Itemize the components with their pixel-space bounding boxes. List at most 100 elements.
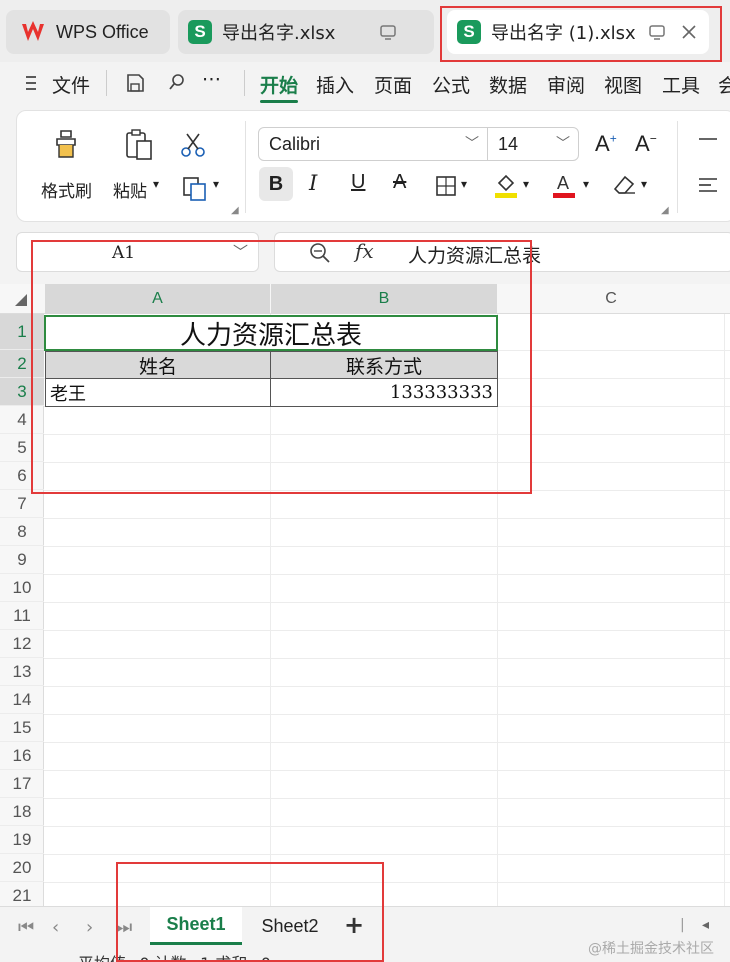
row-header[interactable]: 17: [0, 770, 44, 798]
bold-button[interactable]: B: [259, 167, 293, 201]
menu-page[interactable]: 页面: [374, 71, 412, 98]
active-menu-indicator: [260, 100, 298, 103]
gridline: [44, 770, 730, 771]
row-header[interactable]: 7: [0, 490, 44, 518]
annotation-box-sheets: [116, 862, 384, 962]
increase-font-icon[interactable]: A+: [595, 131, 617, 157]
cut-icon[interactable]: [179, 131, 207, 159]
gridline: [44, 742, 730, 743]
row-header[interactable]: 8: [0, 518, 44, 546]
expand-icon[interactable]: ◢: [231, 205, 239, 216]
menu-data[interactable]: 数据: [489, 71, 527, 98]
italic-button[interactable]: I: [309, 171, 317, 195]
row-header[interactable]: 19: [0, 826, 44, 854]
scroll-left-icon[interactable]: ◂: [702, 917, 709, 933]
format-painter-icon[interactable]: [51, 127, 85, 161]
eraser-icon[interactable]: [611, 173, 637, 197]
scroll-handle[interactable]: |: [680, 917, 685, 933]
menu-tools[interactable]: 工具: [662, 71, 700, 98]
strikethrough-button[interactable]: A: [393, 171, 406, 194]
gridline: [44, 602, 730, 603]
gridline: [44, 630, 730, 631]
row-header[interactable]: 13: [0, 658, 44, 686]
tab-file-1[interactable]: S 导出名字.xlsx: [178, 10, 434, 54]
gridline: [44, 826, 730, 827]
menu-insert[interactable]: 插入: [316, 71, 354, 98]
copy-icon[interactable]: [181, 175, 209, 203]
annotation-box-tab: [440, 6, 722, 62]
row-header[interactable]: 20: [0, 854, 44, 882]
chevron-down-icon: ﹀: [465, 135, 479, 151]
gridline: [44, 714, 730, 715]
paste-button[interactable]: 粘贴: [113, 177, 147, 202]
menu-file[interactable]: 文件: [52, 71, 90, 98]
select-all-icon[interactable]: [14, 293, 28, 307]
gridline: [44, 546, 730, 547]
gridline: [44, 658, 730, 659]
chevron-down-icon[interactable]: ▾: [461, 177, 467, 191]
menu-member[interactable]: 会: [718, 71, 730, 98]
border-icon[interactable]: [435, 175, 457, 197]
row-header[interactable]: 10: [0, 574, 44, 602]
prev-sheet-icon[interactable]: ‹: [52, 917, 59, 938]
row-header[interactable]: 12: [0, 630, 44, 658]
save-icon[interactable]: [124, 72, 146, 94]
tab-label: WPS Office: [56, 21, 149, 42]
chevron-down-icon[interactable]: ▾: [153, 177, 159, 191]
format-painter-button[interactable]: 格式刷: [41, 177, 92, 202]
menu-formula[interactable]: 公式: [432, 71, 470, 98]
row-header[interactable]: 15: [0, 714, 44, 742]
menu-view[interactable]: 视图: [604, 71, 642, 98]
font-size-value: 14: [498, 133, 519, 154]
gridline: [44, 574, 730, 575]
row-header[interactable]: 9: [0, 546, 44, 574]
tab-label: 导出名字.xlsx: [222, 23, 336, 44]
ribbon: 格式刷 粘贴 ▾ ▾ ◢ Calibri ﹀ 14 ﹀ A+ A− B I U …: [16, 110, 730, 222]
monitor-icon[interactable]: [378, 22, 398, 42]
gridline: [44, 854, 730, 855]
row-header[interactable]: 14: [0, 686, 44, 714]
align-left-icon[interactable]: [697, 175, 719, 195]
divider: [244, 70, 245, 96]
annotation-box-table: [31, 240, 532, 494]
gridline: [44, 686, 730, 687]
menu-icon[interactable]: [24, 74, 40, 92]
more-icon[interactable]: ⋯: [202, 68, 221, 90]
expand-icon[interactable]: ◢: [661, 205, 669, 216]
align-top-icon[interactable]: [697, 133, 719, 153]
divider: [677, 121, 678, 213]
svg-text:A: A: [557, 173, 569, 193]
gridline: [44, 518, 730, 519]
gridline: [724, 314, 725, 908]
chevron-down-icon[interactable]: ▾: [213, 177, 219, 191]
watermark: @稀土掘金技术社区: [588, 941, 714, 957]
tab-wps-office[interactable]: WPS Office: [6, 10, 170, 54]
font-name-value: Calibri: [269, 133, 321, 154]
chevron-down-icon[interactable]: ▾: [641, 177, 647, 191]
chevron-down-icon: ﹀: [556, 135, 570, 151]
font-name-select[interactable]: Calibri ﹀: [258, 127, 488, 161]
gridline: [44, 798, 730, 799]
row-header[interactable]: 18: [0, 798, 44, 826]
fill-color-icon[interactable]: [493, 171, 519, 199]
divider: [106, 70, 107, 96]
first-sheet-icon[interactable]: ⏮: [18, 917, 34, 938]
menu-home[interactable]: 开始: [260, 71, 298, 98]
underline-button[interactable]: U: [351, 171, 365, 194]
decrease-font-icon[interactable]: A−: [635, 131, 657, 157]
menu-review[interactable]: 审阅: [547, 71, 585, 98]
font-size-select[interactable]: 14 ﹀: [487, 127, 579, 161]
row-header[interactable]: 11: [0, 602, 44, 630]
wps-logo-icon: [22, 21, 44, 41]
chevron-down-icon[interactable]: ▾: [583, 177, 589, 191]
next-sheet-icon[interactable]: ›: [86, 917, 93, 938]
row-header[interactable]: 21: [0, 882, 44, 908]
spreadsheet-icon: S: [188, 20, 212, 44]
menu-bar: 文件 ⋯ 开始 插入 页面 公式 数据 审阅 视图 工具 会: [0, 62, 730, 106]
font-color-icon[interactable]: A: [551, 171, 577, 199]
paste-icon[interactable]: [121, 127, 157, 163]
chevron-down-icon[interactable]: ▾: [523, 177, 529, 191]
row-header[interactable]: 16: [0, 742, 44, 770]
divider: [245, 121, 246, 213]
link-icon[interactable]: [165, 72, 187, 94]
